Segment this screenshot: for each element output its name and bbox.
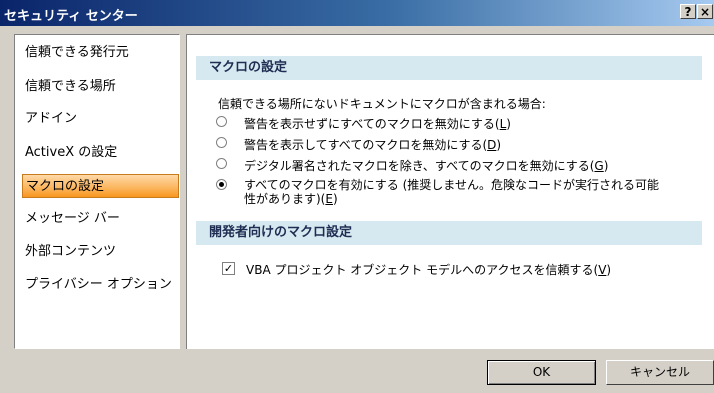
accel-key: E (325, 192, 333, 206)
macro-intro-text: 信頼できる場所にないドキュメントにマクロが含まれる場合: (218, 97, 546, 111)
radio-button[interactable] (216, 116, 227, 127)
option-suffix: ) (332, 192, 338, 206)
option-label: 警告を表示してすべてのマクロを無効にする( (244, 138, 488, 152)
radio-button[interactable] (216, 137, 227, 148)
cancel-button[interactable]: キャンセル (606, 360, 714, 385)
radio-enable-all-macros[interactable]: すべてのマクロを有効にする (推奨しません。危険なコードが実行される可能 性があ… (216, 178, 659, 206)
accel-key: D (487, 138, 497, 152)
sidebar-item-privacy-options[interactable]: プライバシー オプション (22, 273, 179, 297)
sidebar-item-trusted-locations[interactable]: 信頼できる場所 (22, 75, 179, 99)
option-suffix: ) (603, 159, 609, 173)
window-title: セキュリティ センター (4, 9, 138, 24)
option-suffix: ) (506, 117, 511, 131)
vba-access-label[interactable]: VBA プロジェクト オブジェクト モデルへのアクセスを信頼する(V) (246, 261, 611, 278)
title-bar: セキュリティ センター ? × (0, 0, 714, 26)
sidebar-item-external-content[interactable]: 外部コンテンツ (22, 240, 179, 264)
vba-access-checkbox[interactable]: ✓ (222, 262, 235, 275)
radio-button-checked[interactable] (216, 179, 227, 190)
accel-key: G (594, 159, 604, 173)
option-suffix: ) (496, 138, 502, 152)
sidebar-item-trusted-publishers[interactable]: 信頼できる発行元 (22, 41, 179, 65)
radio-disable-with-notification[interactable]: 警告を表示してすべてのマクロを無効にする(D) (216, 136, 502, 153)
sidebar-item-message-bar[interactable]: メッセージ バー (22, 207, 179, 231)
radio-button[interactable] (216, 158, 227, 169)
option-label: すべてのマクロを有効にする (推奨しません。危険なコードが実行される可能 (244, 178, 659, 192)
close-button[interactable]: × (697, 4, 713, 19)
sidebar-item-activex[interactable]: ActiveX の設定 (22, 141, 179, 165)
sidebar: 信頼できる発行元 信頼できる場所 アドイン ActiveX の設定 マクロの設定… (14, 34, 180, 349)
sidebar-item-addins[interactable]: アドイン (22, 107, 179, 131)
macro-settings-header: マクロの設定 (196, 56, 702, 80)
radio-disable-without-notification[interactable]: 警告を表示せずにすべてのマクロを無効にする(L) (216, 115, 511, 132)
radio-disable-except-signed[interactable]: デジタル署名されたマクロを除き、すべてのマクロを無効にする(G) (216, 157, 609, 174)
ok-button[interactable]: OK (487, 360, 596, 385)
option-label: 警告を表示せずにすべてのマクロを無効にする( (244, 117, 500, 131)
option-label: デジタル署名されたマクロを除き、すべてのマクロを無効にする( (244, 159, 595, 173)
option-label-line2: 性があります)(E) (244, 192, 338, 206)
settings-panel: マクロの設定 信頼できる場所にないドキュメントにマクロが含まれる場合: 警告を表… (186, 34, 714, 349)
developer-macro-header: 開発者向けのマクロ設定 (196, 221, 702, 245)
help-button[interactable]: ? (680, 4, 696, 19)
sidebar-item-macro-settings[interactable]: マクロの設定 (22, 174, 179, 198)
